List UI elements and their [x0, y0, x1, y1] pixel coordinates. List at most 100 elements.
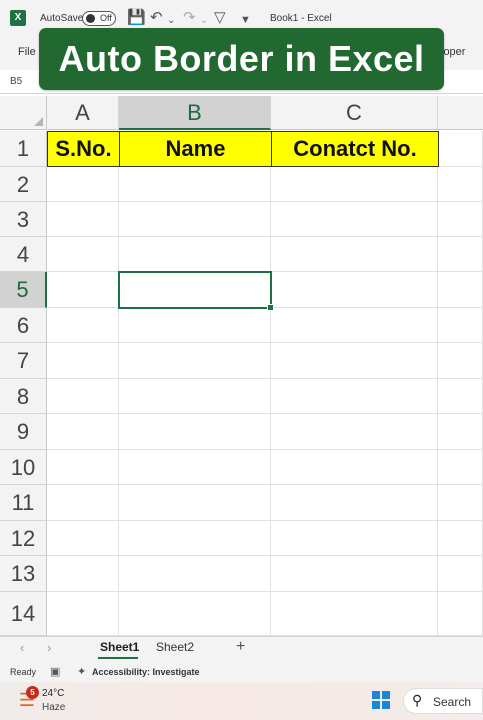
row-header-2[interactable]: 2	[0, 167, 47, 202]
row-header-9[interactable]: 9	[0, 414, 47, 450]
undo-icon[interactable]: ↶	[150, 10, 163, 26]
cell-a11[interactable]	[47, 485, 119, 521]
next-sheet-icon[interactable]: ›	[47, 640, 51, 655]
customize-icon[interactable]: ▼	[240, 12, 251, 28]
add-sheet-button[interactable]: +	[236, 638, 245, 656]
tab-file[interactable]: File	[18, 46, 36, 58]
cell-a5[interactable]	[47, 272, 119, 308]
row-header-1[interactable]: 1	[0, 131, 47, 167]
cell-b4[interactable]	[119, 237, 271, 272]
cell-c13[interactable]	[271, 556, 438, 592]
cell-b9[interactable]	[119, 414, 271, 450]
column-header-c[interactable]: C	[271, 96, 438, 130]
cell-d12[interactable]	[438, 521, 483, 556]
autosave-toggle[interactable]: Off	[82, 11, 116, 26]
macro-recorder-icon[interactable]: ▣	[50, 665, 60, 678]
undo-dropdown-icon[interactable]: ⌄	[167, 13, 175, 29]
cell-d13[interactable]	[438, 556, 483, 592]
cell-a6[interactable]	[47, 308, 119, 343]
cell-c11[interactable]	[271, 485, 438, 521]
cell-d10[interactable]	[438, 450, 483, 485]
cell-c2[interactable]	[271, 167, 438, 202]
cell-d9[interactable]	[438, 414, 483, 450]
redo-icon[interactable]: ↷	[183, 10, 196, 26]
column-header-d[interactable]	[438, 96, 483, 130]
cell-d7[interactable]	[438, 343, 483, 379]
cell-b7[interactable]	[119, 343, 271, 379]
row-header-12[interactable]: 12	[0, 521, 47, 556]
cell-d6[interactable]	[438, 308, 483, 343]
cell-c4[interactable]	[271, 237, 438, 272]
cell-c10[interactable]	[271, 450, 438, 485]
cell-c14[interactable]	[271, 592, 438, 636]
cell-d5[interactable]	[438, 272, 483, 308]
cell-d4[interactable]	[438, 237, 483, 272]
cell-b2[interactable]	[119, 167, 271, 202]
sheet-tab-sheet2[interactable]: Sheet2	[156, 640, 194, 654]
cell-c9[interactable]	[271, 414, 438, 450]
cell-b6[interactable]	[119, 308, 271, 343]
cell-c6[interactable]	[271, 308, 438, 343]
cell-c3[interactable]	[271, 202, 438, 237]
accessibility-icon[interactable]: ✦	[77, 665, 86, 678]
cell-b10[interactable]	[119, 450, 271, 485]
cell-d3[interactable]	[438, 202, 483, 237]
cell-a14[interactable]	[47, 592, 119, 636]
name-box[interactable]: B5	[10, 76, 22, 87]
select-all-corner[interactable]	[0, 96, 47, 130]
cell-b8[interactable]	[119, 379, 271, 414]
cell-a3[interactable]	[47, 202, 119, 237]
row-header-11[interactable]: 11	[0, 485, 47, 521]
tab-developer[interactable]: loper	[441, 46, 465, 58]
selected-cell-b5[interactable]	[118, 271, 274, 311]
row-header-14[interactable]: 14	[0, 592, 47, 636]
row-header-5[interactable]: 5	[0, 272, 47, 308]
cell-c7[interactable]	[271, 343, 438, 379]
row-header-6[interactable]: 6	[0, 308, 47, 343]
search-label[interactable]: Search	[433, 695, 471, 709]
cell-d14[interactable]	[438, 592, 483, 636]
cell-c12[interactable]	[271, 521, 438, 556]
filter-icon[interactable]: ▽	[214, 10, 226, 26]
cell-a8[interactable]	[47, 379, 119, 414]
cell-a4[interactable]	[47, 237, 119, 272]
weather-temperature[interactable]: 24°C	[42, 688, 64, 699]
cell-b12[interactable]	[119, 521, 271, 556]
cell-a12[interactable]	[47, 521, 119, 556]
cell-d2[interactable]	[438, 167, 483, 202]
cell-a10[interactable]	[47, 450, 119, 485]
weather-condition[interactable]: Haze	[42, 702, 65, 713]
cell-a7[interactable]	[47, 343, 119, 379]
save-icon[interactable]: 💾	[127, 10, 146, 26]
cell-a13[interactable]	[47, 556, 119, 592]
cell-a1[interactable]: S.No.	[47, 131, 120, 167]
row-header-7[interactable]: 7	[0, 343, 47, 379]
cell-a9[interactable]	[47, 414, 119, 450]
column-header-a[interactable]: A	[47, 96, 119, 130]
column-header-b[interactable]: B	[119, 96, 271, 130]
cell-d11[interactable]	[438, 485, 483, 521]
fill-handle[interactable]	[267, 304, 274, 311]
previous-sheet-icon[interactable]: ‹	[20, 640, 24, 655]
status-ready: Ready	[10, 667, 37, 677]
cell-b11[interactable]	[119, 485, 271, 521]
windows-start-icon[interactable]	[372, 691, 390, 709]
cell-b1[interactable]: Name	[119, 131, 272, 167]
cell-b3[interactable]	[119, 202, 271, 237]
cell-b14[interactable]	[119, 592, 271, 636]
redo-dropdown-icon[interactable]: ⌄	[200, 13, 208, 29]
cell-d8[interactable]	[438, 379, 483, 414]
cell-c5[interactable]	[271, 272, 438, 308]
sheet-tab-sheet1[interactable]: Sheet1	[100, 640, 139, 654]
cell-b13[interactable]	[119, 556, 271, 592]
cell-a2[interactable]	[47, 167, 119, 202]
cell-c1[interactable]: Conatct No.	[271, 131, 439, 167]
cell-c8[interactable]	[271, 379, 438, 414]
accessibility-status[interactable]: Accessibility: Investigate	[92, 667, 200, 677]
row-header-10[interactable]: 10	[0, 450, 47, 485]
row-header-3[interactable]: 3	[0, 202, 47, 237]
row-header-13[interactable]: 13	[0, 556, 47, 592]
row-header-4[interactable]: 4	[0, 237, 47, 272]
cell-d1[interactable]	[438, 131, 483, 167]
row-header-8[interactable]: 8	[0, 379, 47, 414]
